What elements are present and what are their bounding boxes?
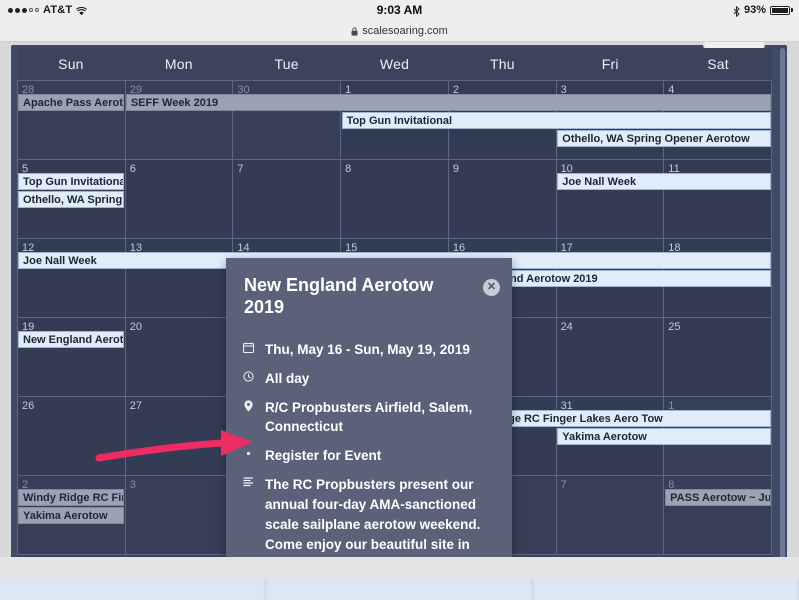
popup-detail-text: Thu, May 16 - Sun, May 19, 2019 [265, 342, 470, 357]
calendar-day-cell[interactable]: 26 [18, 397, 126, 476]
calendar-day-cell[interactable]: 6 [125, 160, 234, 239]
popup-detail-row: R/C Propbusters Airfield, Salem, Connect… [242, 398, 496, 436]
day-number: 24 [560, 321, 573, 333]
weekday-header-sun: Sun [58, 56, 84, 72]
clock-icon [242, 369, 255, 382]
calendar-day-cell[interactable]: 29 [125, 81, 234, 160]
day-number: 9 [452, 163, 459, 175]
calendar-day-cell[interactable]: 13 [125, 239, 234, 318]
calendar-day-cell[interactable]: 19 [18, 318, 126, 397]
description-icon [242, 475, 255, 487]
day-number: 3 [129, 479, 136, 491]
calendar-day-cell[interactable]: 11 [664, 160, 772, 239]
calendar-day-cell[interactable]: 28 [18, 81, 126, 160]
calendar-day-cell[interactable]: 25 [664, 318, 772, 397]
link-icon [242, 446, 255, 459]
calendar-weekday-header: Sun Mon Tue Wed Thu Fri Sat [17, 48, 772, 80]
calendar-event-chip[interactable]: New England Aerotow 2019 [18, 331, 124, 348]
weekday-header-mon: Mon [164, 56, 193, 72]
day-number: 8 [345, 163, 352, 175]
ios-status-bar: AT&T 9:03 AM 93% [0, 0, 799, 20]
day-number: 6 [129, 163, 136, 175]
event-detail-popup: New England Aerotow 2019 ✕ Thu, May 16 -… [226, 258, 512, 557]
calendar-icon [242, 340, 255, 353]
calendar-event-chip[interactable]: SEFF Week 2019 [125, 94, 771, 111]
bottom-toolbar-strip [0, 579, 799, 600]
popup-detail-rows: Thu, May 16 - Sun, May 19, 2019 All day R/… [226, 318, 512, 557]
popup-detail-row: Thu, May 16 - Sun, May 19, 2019 [242, 340, 496, 359]
popup-detail-text[interactable]: Register for Event [265, 446, 381, 465]
calendar-day-cell[interactable]: 10 [556, 160, 665, 239]
calendar-event-chip[interactable]: Windy Ridge RC Finger Lakes Aero Tow [18, 489, 124, 506]
calendar-event-chip[interactable]: PASS Aerotow ~ July 2019 [665, 489, 771, 506]
browser-bottom-toolbar[interactable] [0, 557, 799, 600]
lock-icon [351, 25, 358, 36]
url-label: scalesoaring.com [362, 24, 448, 37]
popup-title: New England Aerotow 2019 [244, 275, 434, 317]
calendar-event-chip[interactable]: Othello, WA Spring Opener Aerotow [557, 130, 771, 147]
calendar-day-cell[interactable]: 12 [18, 239, 126, 318]
day-number: 7 [237, 163, 244, 175]
calendar-event-chip[interactable]: Apache Pass Aerotow [18, 94, 124, 111]
weekday-header-thu: Thu [489, 56, 515, 72]
web-page-viewport: Sun Mon Tue Wed Thu Fri Sat 28 29 30 1 2 3 4 5 6 7 8 9 10 1… [0, 42, 799, 557]
popup-detail-row: The RC Propbusters present our annual fo… [242, 475, 496, 557]
calendar-event-chip[interactable]: Top Gun Invitational [18, 173, 124, 190]
weekday-header-fri: Fri [601, 56, 619, 72]
calendar-day-cell[interactable]: 8 [341, 160, 449, 239]
bluetooth-icon [733, 4, 740, 17]
calendar-day-cell[interactable]: 8 [664, 476, 772, 555]
day-number: 7 [560, 479, 567, 491]
calendar-event-chip[interactable]: Yakima Aerotow [18, 507, 124, 524]
day-number: 26 [22, 400, 35, 412]
weekday-header-tue: Tue [274, 56, 299, 72]
calendar-event-chip[interactable]: Yakima Aerotow [557, 428, 771, 445]
battery-icon [770, 5, 793, 15]
calendar-day-cell[interactable]: 24 [556, 318, 665, 397]
popup-detail-text: The RC Propbusters present our annual fo… [265, 477, 481, 552]
browser-address-bar[interactable]: scalesoaring.com [0, 20, 799, 42]
close-icon[interactable]: ✕ [483, 279, 500, 296]
calendar-day-cell[interactable]: 7 [556, 476, 665, 555]
calendar-event-chip[interactable]: Top Gun Invitational [341, 112, 771, 129]
clock-label: 9:03 AM [376, 3, 423, 17]
calendar-day-cell[interactable]: 30 [233, 81, 342, 160]
calendar-day-cell[interactable]: 3 [125, 476, 234, 555]
calendar-day-cell[interactable]: 27 [125, 397, 234, 476]
status-bar-right: 93% [733, 4, 793, 17]
day-number: 27 [129, 400, 142, 412]
map-pin-icon [242, 398, 255, 412]
calendar-day-cell[interactable]: 7 [233, 160, 342, 239]
popup-detail-row: Register for Event [242, 446, 496, 465]
popup-detail-row: All day [242, 369, 496, 388]
weekday-header-sat: Sat [707, 56, 729, 72]
battery-percent-label: 93% [743, 4, 766, 16]
day-number: 25 [668, 321, 681, 333]
day-number: 20 [129, 321, 142, 333]
popup-detail-text: R/C Propbusters Airfield, Salem, Connect… [265, 400, 473, 434]
ipad-safari-screenshot: AT&T 9:03 AM 93% scalesoaring.com Sun Mo… [0, 0, 799, 600]
calendar-day-cell[interactable]: 9 [448, 160, 557, 239]
weekday-header-wed: Wed [379, 56, 410, 72]
calendar-event-chip[interactable]: Joe Nall Week [557, 173, 771, 190]
popup-detail-text: All day [265, 371, 310, 386]
vertical-scrollbar[interactable] [780, 48, 785, 557]
calendar-event-chip[interactable]: Othello, WA Spring Opener Aerotow [18, 191, 124, 208]
calendar-day-cell[interactable]: 20 [125, 318, 234, 397]
